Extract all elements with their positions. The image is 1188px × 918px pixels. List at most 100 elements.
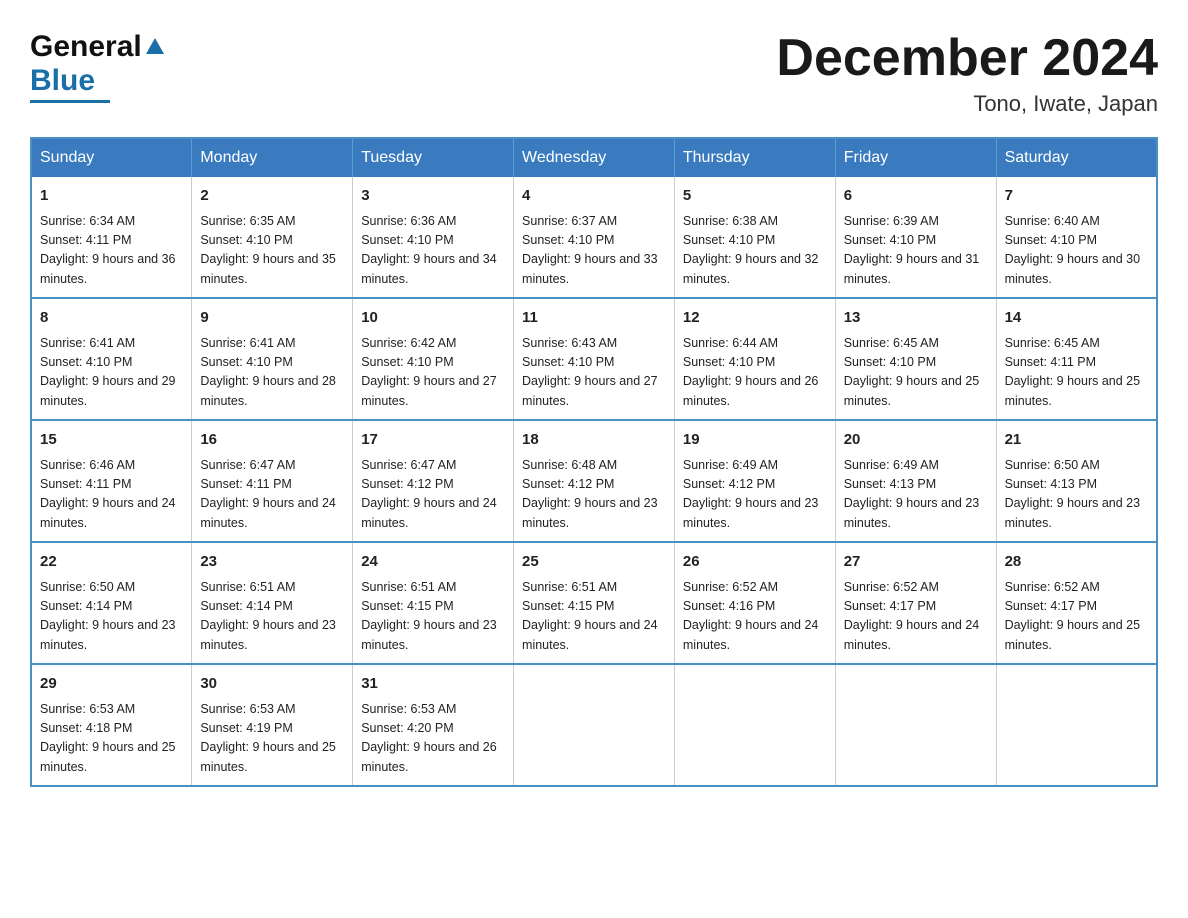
col-monday: Monday xyxy=(192,138,353,177)
table-row: 28 Sunrise: 6:52 AMSunset: 4:17 PMDayligh… xyxy=(996,542,1157,664)
table-row: 24 Sunrise: 6:51 AMSunset: 4:15 PMDayligh… xyxy=(353,542,514,664)
day-number: 25 xyxy=(522,551,666,574)
day-number: 13 xyxy=(844,307,988,330)
col-wednesday: Wednesday xyxy=(514,138,675,177)
table-row: 25 Sunrise: 6:51 AMSunset: 4:15 PMDayligh… xyxy=(514,542,675,664)
day-number: 9 xyxy=(200,307,344,330)
table-row: 9 Sunrise: 6:41 AMSunset: 4:10 PMDaylight… xyxy=(192,298,353,420)
table-row: 18 Sunrise: 6:48 AMSunset: 4:12 PMDayligh… xyxy=(514,420,675,542)
table-row: 8Sunrise: 6:41 AMSunset: 4:10 PMDaylight… xyxy=(31,298,192,420)
day-info: Sunrise: 6:45 AMSunset: 4:10 PMDaylight:… xyxy=(844,334,988,412)
table-row: 26Sunrise: 6:52 AMSunset: 4:16 PMDayligh… xyxy=(674,542,835,664)
table-row: 3Sunrise: 6:36 AMSunset: 4:10 PMDaylight… xyxy=(353,177,514,298)
day-info: Sunrise: 6:49 AMSunset: 4:13 PMDaylight:… xyxy=(844,456,988,534)
day-info: Sunrise: 6:45 AMSunset: 4:11 PMDaylight:… xyxy=(1005,334,1148,412)
table-row: 15 Sunrise: 6:46 AMSunset: 4:11 PMDayligh… xyxy=(31,420,192,542)
day-number: 27 xyxy=(844,551,988,574)
table-row: 22 Sunrise: 6:50 AMSunset: 4:14 PMDayligh… xyxy=(31,542,192,664)
day-info: Sunrise: 6:52 AMSunset: 4:17 PMDaylight:… xyxy=(1005,578,1148,656)
day-info: Sunrise: 6:53 AMSunset: 4:19 PMDaylight:… xyxy=(200,700,344,778)
col-tuesday: Tuesday xyxy=(353,138,514,177)
day-number: 31 xyxy=(361,673,505,696)
day-number: 19 xyxy=(683,429,827,452)
day-number: 28 xyxy=(1005,551,1148,574)
table-row xyxy=(674,664,835,786)
logo: General Blue xyxy=(30,30,166,103)
calendar-week-row: 15 Sunrise: 6:46 AMSunset: 4:11 PMDayligh… xyxy=(31,420,1157,542)
table-row: 21 Sunrise: 6:50 AMSunset: 4:13 PMDayligh… xyxy=(996,420,1157,542)
day-number: 21 xyxy=(1005,429,1148,452)
day-number: 26 xyxy=(683,551,827,574)
day-number: 24 xyxy=(361,551,505,574)
day-info: Sunrise: 6:49 AMSunset: 4:12 PMDaylight:… xyxy=(683,456,827,534)
table-row: 12Sunrise: 6:44 AMSunset: 4:10 PMDayligh… xyxy=(674,298,835,420)
table-row: 29Sunrise: 6:53 AMSunset: 4:18 PMDayligh… xyxy=(31,664,192,786)
table-row: 10Sunrise: 6:42 AMSunset: 4:10 PMDayligh… xyxy=(353,298,514,420)
logo-underline xyxy=(30,100,110,103)
logo-general-text: General xyxy=(30,30,142,64)
title-area: December 2024 Tono, Iwate, Japan xyxy=(776,30,1158,117)
table-row xyxy=(514,664,675,786)
logo-triangle-icon xyxy=(144,36,166,58)
day-info: Sunrise: 6:44 AMSunset: 4:10 PMDaylight:… xyxy=(683,334,827,412)
table-row: 17 Sunrise: 6:47 AMSunset: 4:12 PMDayligh… xyxy=(353,420,514,542)
table-row: 7Sunrise: 6:40 AMSunset: 4:10 PMDaylight… xyxy=(996,177,1157,298)
calendar-week-row: 29Sunrise: 6:53 AMSunset: 4:18 PMDayligh… xyxy=(31,664,1157,786)
day-number: 29 xyxy=(40,673,183,696)
day-number: 15 xyxy=(40,429,183,452)
day-number: 30 xyxy=(200,673,344,696)
day-number: 11 xyxy=(522,307,666,330)
day-number: 7 xyxy=(1005,185,1148,208)
day-info: Sunrise: 6:37 AMSunset: 4:10 PMDaylight:… xyxy=(522,212,666,290)
month-title: December 2024 xyxy=(776,30,1158,87)
calendar-header-row: Sunday Monday Tuesday Wednesday Thursday… xyxy=(31,138,1157,177)
day-info: Sunrise: 6:51 AMSunset: 4:15 PMDaylight:… xyxy=(361,578,505,656)
col-saturday: Saturday xyxy=(996,138,1157,177)
table-row: 16Sunrise: 6:47 AMSunset: 4:11 PMDayligh… xyxy=(192,420,353,542)
calendar-week-row: 1Sunrise: 6:34 AMSunset: 4:11 PMDaylight… xyxy=(31,177,1157,298)
day-number: 18 xyxy=(522,429,666,452)
table-row: 14 Sunrise: 6:45 AMSunset: 4:11 PMDayligh… xyxy=(996,298,1157,420)
day-info: Sunrise: 6:43 AMSunset: 4:10 PMDaylight:… xyxy=(522,334,666,412)
col-thursday: Thursday xyxy=(674,138,835,177)
day-info: Sunrise: 6:48 AMSunset: 4:12 PMDaylight:… xyxy=(522,456,666,534)
day-number: 16 xyxy=(200,429,344,452)
day-number: 22 xyxy=(40,551,183,574)
table-row: 4 Sunrise: 6:37 AMSunset: 4:10 PMDaylight… xyxy=(514,177,675,298)
table-row: 27Sunrise: 6:52 AMSunset: 4:17 PMDayligh… xyxy=(835,542,996,664)
calendar-table: Sunday Monday Tuesday Wednesday Thursday… xyxy=(30,137,1158,787)
day-number: 14 xyxy=(1005,307,1148,330)
page-header: General Blue December 2024 Tono, Iwate, … xyxy=(30,30,1158,117)
day-info: Sunrise: 6:41 AMSunset: 4:10 PMDaylight:… xyxy=(200,334,344,412)
day-number: 4 xyxy=(522,185,666,208)
location-title: Tono, Iwate, Japan xyxy=(776,91,1158,117)
table-row: 6 Sunrise: 6:39 AMSunset: 4:10 PMDaylight… xyxy=(835,177,996,298)
logo-blue-text: Blue xyxy=(30,64,95,97)
day-number: 5 xyxy=(683,185,827,208)
table-row: 20 Sunrise: 6:49 AMSunset: 4:13 PMDayligh… xyxy=(835,420,996,542)
day-info: Sunrise: 6:47 AMSunset: 4:12 PMDaylight:… xyxy=(361,456,505,534)
day-info: Sunrise: 6:51 AMSunset: 4:15 PMDaylight:… xyxy=(522,578,666,656)
day-number: 17 xyxy=(361,429,505,452)
table-row: 30 Sunrise: 6:53 AMSunset: 4:19 PMDayligh… xyxy=(192,664,353,786)
day-info: Sunrise: 6:53 AMSunset: 4:20 PMDaylight:… xyxy=(361,700,505,778)
day-info: Sunrise: 6:50 AMSunset: 4:14 PMDaylight:… xyxy=(40,578,183,656)
col-sunday: Sunday xyxy=(31,138,192,177)
table-row: 31 Sunrise: 6:53 AMSunset: 4:20 PMDayligh… xyxy=(353,664,514,786)
day-info: Sunrise: 6:35 AMSunset: 4:10 PMDaylight:… xyxy=(200,212,344,290)
day-number: 20 xyxy=(844,429,988,452)
calendar-week-row: 22 Sunrise: 6:50 AMSunset: 4:14 PMDayligh… xyxy=(31,542,1157,664)
day-number: 6 xyxy=(844,185,988,208)
day-info: Sunrise: 6:50 AMSunset: 4:13 PMDaylight:… xyxy=(1005,456,1148,534)
day-number: 3 xyxy=(361,185,505,208)
calendar-week-row: 8Sunrise: 6:41 AMSunset: 4:10 PMDaylight… xyxy=(31,298,1157,420)
table-row: 5Sunrise: 6:38 AMSunset: 4:10 PMDaylight… xyxy=(674,177,835,298)
table-row: 19 Sunrise: 6:49 AMSunset: 4:12 PMDayligh… xyxy=(674,420,835,542)
day-number: 1 xyxy=(40,185,183,208)
day-info: Sunrise: 6:39 AMSunset: 4:10 PMDaylight:… xyxy=(844,212,988,290)
day-info: Sunrise: 6:41 AMSunset: 4:10 PMDaylight:… xyxy=(40,334,183,412)
day-number: 2 xyxy=(200,185,344,208)
day-number: 23 xyxy=(200,551,344,574)
day-info: Sunrise: 6:46 AMSunset: 4:11 PMDaylight:… xyxy=(40,456,183,534)
table-row: 23Sunrise: 6:51 AMSunset: 4:14 PMDayligh… xyxy=(192,542,353,664)
